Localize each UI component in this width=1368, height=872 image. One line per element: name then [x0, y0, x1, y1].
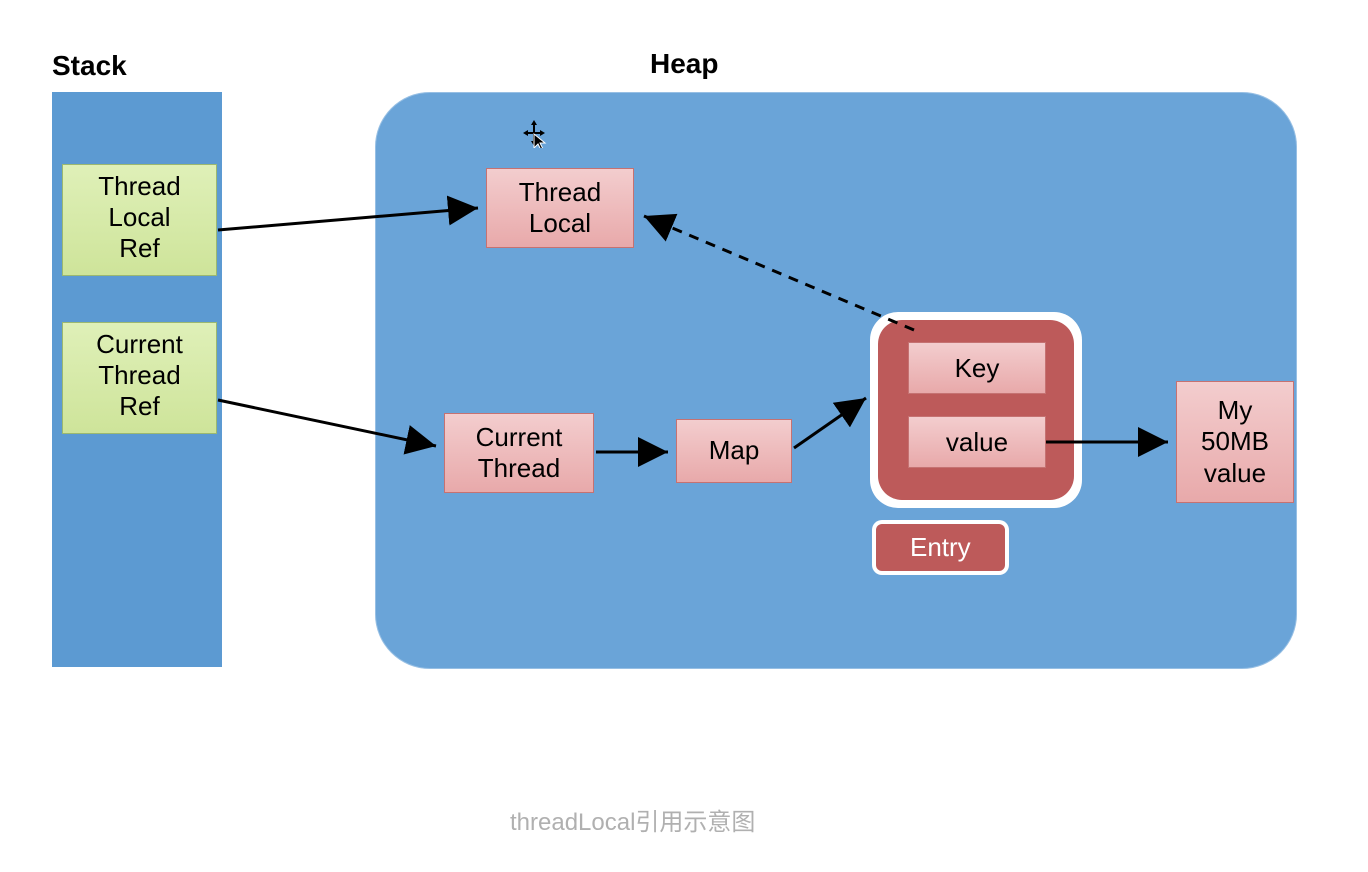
entry-label-text: Entry — [910, 532, 971, 562]
myvalue-text: My 50MB value — [1201, 395, 1269, 489]
currentthread-ref-box: Current Thread Ref — [62, 322, 217, 434]
currentthread-box: Current Thread — [444, 413, 594, 493]
entry-key-text: Key — [955, 353, 1000, 384]
stack-label: Stack — [52, 50, 127, 82]
threadlocal-box: Thread Local — [486, 168, 634, 248]
threadlocal-ref-box: Thread Local Ref — [62, 164, 217, 276]
map-box: Map — [676, 419, 792, 483]
move-cursor-icon — [520, 120, 548, 154]
threadlocal-text: Thread Local — [519, 177, 601, 239]
entry-key-box: Key — [908, 342, 1046, 394]
myvalue-box: My 50MB value — [1176, 381, 1294, 503]
threadlocal-ref-text: Thread Local Ref — [63, 171, 216, 265]
entry-value-box: value — [908, 416, 1046, 468]
entry-value-text: value — [946, 427, 1008, 458]
currentthread-text: Current Thread — [476, 422, 563, 484]
heap-label: Heap — [650, 48, 718, 80]
currentthread-ref-text: Current Thread Ref — [63, 329, 216, 423]
caption: threadLocal引用示意图 — [510, 802, 755, 837]
entry-label: Entry — [876, 524, 1005, 571]
entry-body: Key value — [878, 320, 1074, 500]
entry-label-wrap: Entry — [872, 520, 1009, 575]
diagram-canvas: Stack Heap Thread Local Ref Current Thre… — [0, 0, 1368, 872]
map-text: Map — [709, 435, 760, 466]
entry-container: Key value — [870, 312, 1082, 508]
